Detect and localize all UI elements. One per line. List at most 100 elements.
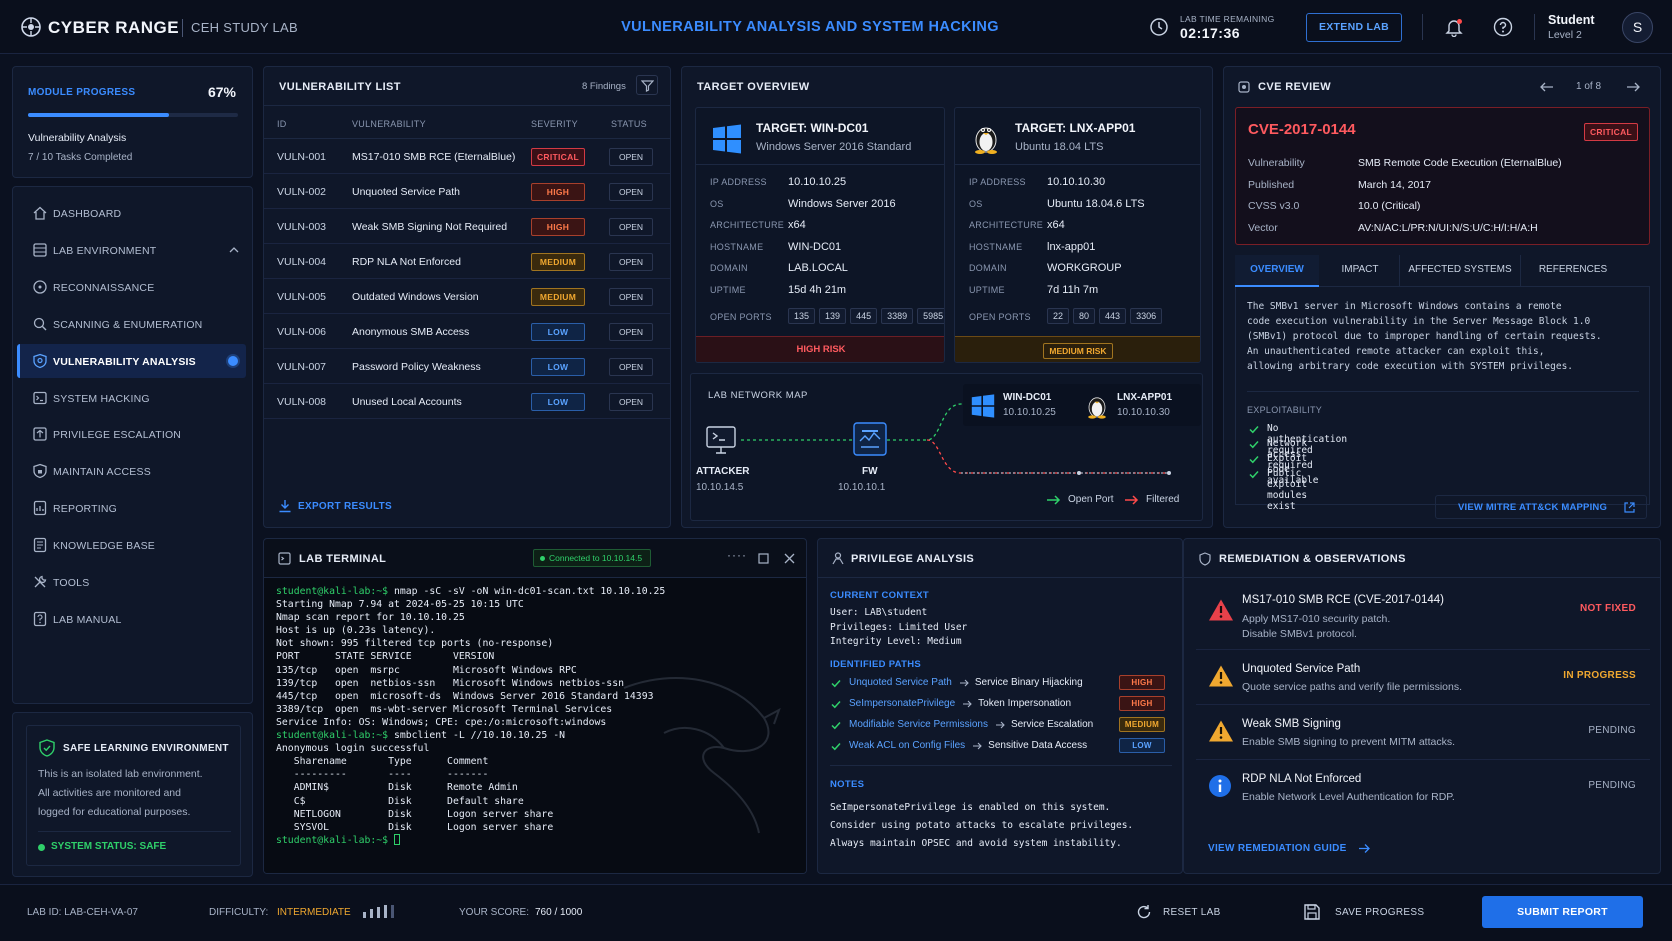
field-label: IP ADDRESS [969, 177, 1026, 187]
mitre-mapping-button[interactable]: VIEW MITRE ATT&CK MAPPING [1435, 495, 1647, 519]
next-cve-icon[interactable] [1626, 81, 1640, 93]
connection-dot [540, 556, 545, 561]
remediation-status: PENDING [1588, 725, 1636, 736]
port-chip[interactable]: 135 [788, 308, 816, 324]
attacker-monitor-icon[interactable] [705, 424, 737, 456]
submit-report-button[interactable]: SUBMIT REPORT [1482, 896, 1643, 928]
sidebar-item-dashboard[interactable]: DASHBOARD [17, 196, 246, 230]
cve-desc-line: (SMBv1) protocol due to improper handlin… [1247, 331, 1602, 342]
vuln-id: VULN-005 [277, 291, 327, 303]
terminal-text: nmap -sC -sV -oN win-dc01-scan.txt 10.10… [393, 586, 666, 597]
vuln-row[interactable]: VULN-007 Password Policy Weakness LOW OPEN [264, 349, 670, 384]
check-icon [831, 679, 841, 688]
safe-title: SAFE LEARNING ENVIRONMENT [63, 743, 229, 754]
help-icon[interactable] [1493, 17, 1513, 37]
vuln-row[interactable]: VULN-008 Unused Local Accounts LOW OPEN [264, 384, 670, 419]
reset-lab-button[interactable]: RESET LAB [1136, 901, 1228, 923]
remediation-item[interactable]: Unquoted Service Path Quote service paths… [1196, 650, 1650, 705]
reset-label: RESET LAB [1163, 907, 1221, 918]
status-badge: OPEN [609, 393, 653, 411]
severity-badge: HIGH [1119, 675, 1165, 690]
header-divider-2 [1534, 14, 1535, 40]
remediation-title: RDP NLA Not Enforced [1242, 773, 1362, 785]
tab-references[interactable]: REFERENCES [1523, 255, 1623, 287]
brand-divider [182, 19, 183, 37]
sidebar-item-reporting[interactable]: REPORTING [17, 491, 246, 525]
escalation-path[interactable]: Weak ACL on Config Files Sensitive Data A… [830, 736, 1176, 756]
escalation-path[interactable]: SeImpersonatePrivilege Token Impersonatio… [830, 694, 1176, 714]
net-node-win[interactable]: WIN-DC01 10.10.10.25 LNX-APP01 10.10.10.… [963, 384, 1201, 426]
lab-terminal-panel: LAB TERMINAL Connected to 10.10.14.5 ···… [263, 538, 807, 874]
vuln-row[interactable]: VULN-001 MS17-010 SMB RCE (EternalBlue) CR… [264, 139, 670, 174]
sidebar-item-label: DASHBOARD [53, 208, 122, 220]
filter-button[interactable] [636, 75, 658, 95]
cve-tabs: OVERVIEW IMPACT AFFECTED SYSTEMS REFEREN… [1235, 255, 1650, 287]
severity-badge: LOW [531, 393, 585, 411]
maximize-icon[interactable] [758, 553, 769, 564]
port-chip[interactable]: 3389 [881, 308, 914, 324]
sidebar-item-maintain-access[interactable]: MAINTAIN ACCESS [17, 454, 246, 488]
vuln-name: Unused Local Accounts [352, 396, 462, 408]
port-chip[interactable]: 139 [819, 308, 847, 324]
close-icon[interactable] [784, 553, 795, 564]
tab-affected-systems[interactable]: AFFECTED SYSTEMS [1399, 255, 1521, 287]
extend-lab-button[interactable]: EXTEND LAB [1306, 13, 1402, 42]
remediation-item[interactable]: RDP NLA Not Enforced Enable Network Level… [1196, 760, 1650, 818]
target-card-lnx[interactable]: TARGET: LNX-APP01 Ubuntu 18.04 LTS IP AD… [954, 107, 1201, 363]
fw-ip: 10.10.10.1 [838, 482, 886, 493]
arrow-right-icon [962, 700, 972, 708]
sidebar-item-system-hacking[interactable]: SYSTEM HACKING [17, 381, 246, 415]
system-status: SYSTEM STATUS: SAFE [51, 841, 167, 852]
vuln-row[interactable]: VULN-004 RDP NLA Not Enforced MEDIUM OPEN [264, 244, 670, 279]
terminal-text: Starting Nmap 7.94 at 2024-05-25 10:15 U… [276, 599, 524, 611]
lnx-field-divider [955, 164, 1200, 165]
port-chip[interactable]: 445 [850, 308, 878, 324]
remediation-item[interactable]: Weak SMB Signing Enable SMB signing to pr… [1196, 705, 1650, 760]
sidebar-item-reconnaissance[interactable]: RECONNAISSANCE [17, 270, 246, 304]
port-chip[interactable]: 80 [1073, 308, 1096, 324]
legend-filtered: Filtered [1146, 494, 1180, 505]
sidebar-item-tools[interactable]: TOOLS [17, 565, 246, 599]
remediation-item[interactable]: MS17-010 SMB RCE (CVE-2017-0144) Apply MS… [1196, 579, 1650, 650]
terminal-menu-icon[interactable]: ···· [727, 548, 747, 562]
severity-badge: HIGH [531, 218, 585, 236]
save-progress-button[interactable]: SAVE PROGRESS [1303, 901, 1427, 923]
firewall-icon[interactable] [853, 422, 887, 456]
port-chip[interactable]: 5985 [917, 308, 944, 324]
vuln-row[interactable]: VULN-006 Anonymous SMB Access LOW OPEN [264, 314, 670, 349]
vuln-id: VULN-007 [277, 361, 327, 373]
identified-paths-title: IDENTIFIED PATHS [830, 659, 922, 670]
prev-cve-icon[interactable] [1540, 81, 1554, 93]
sidebar-item-scanning-enumeration[interactable]: SCANNING & ENUMERATION [17, 307, 246, 341]
sidebar-item-lab-manual[interactable]: LAB MANUAL [17, 602, 246, 636]
port-chip[interactable]: 3306 [1130, 308, 1163, 324]
active-indicator-dot [228, 355, 238, 366]
sidebar-item-knowledge-base[interactable]: KNOWLEDGE BASE [17, 528, 246, 562]
col-severity: SEVERITY [531, 119, 578, 129]
sidebar-item-lab-environment[interactable]: LAB ENVIRONMENT [17, 233, 246, 267]
field-value: Windows Server 2016 [788, 197, 896, 210]
cve-field-key: CVSS v3.0 [1248, 200, 1300, 212]
terminal-prompt: student@kali-lab:~$ [276, 730, 394, 742]
path-from: Modifiable Service Permissions [849, 719, 988, 730]
port-chip[interactable]: 443 [1099, 308, 1127, 324]
chevron-up-icon[interactable] [229, 246, 239, 253]
tab-overview[interactable]: OVERVIEW [1235, 255, 1319, 287]
sidebar-item-privilege-escalation[interactable]: PRIVILEGE ESCALATION [17, 417, 246, 451]
vuln-row[interactable]: VULN-005 Outdated Windows Version MEDIUM OP… [264, 279, 670, 314]
arrow-right-icon [995, 721, 1005, 729]
sidebar-item-vulnerability-analysis[interactable]: VULNERABILITY ANALYSIS [17, 343, 246, 378]
terminal-body[interactable]: student@kali-lab:~$ nmap -sC -sV -oN win… [264, 577, 806, 873]
field-value: Ubuntu 18.04.6 LTS [1047, 197, 1145, 210]
vuln-row[interactable]: VULN-002 Unquoted Service Path HIGH OPEN [264, 174, 670, 209]
terminal-icon [32, 390, 48, 406]
escalation-path[interactable]: Modifiable Service Permissions Service Es… [830, 715, 1176, 735]
port-chip[interactable]: 22 [1047, 308, 1070, 324]
tab-impact[interactable]: IMPACT [1323, 255, 1397, 287]
bell-icon[interactable] [1444, 17, 1464, 37]
top-header: CYBER RANGE CEH STUDY LAB VULNERABILITY … [0, 0, 1672, 54]
escalation-path[interactable]: Unquoted Service Path Service Binary Hija… [830, 673, 1176, 693]
vuln-row[interactable]: VULN-003 Weak SMB Signing Not Required HIG… [264, 209, 670, 244]
target-card-win[interactable]: TARGET: WIN-DC01 Windows Server 2016 Sta… [695, 107, 945, 363]
avatar[interactable]: S [1622, 12, 1653, 43]
